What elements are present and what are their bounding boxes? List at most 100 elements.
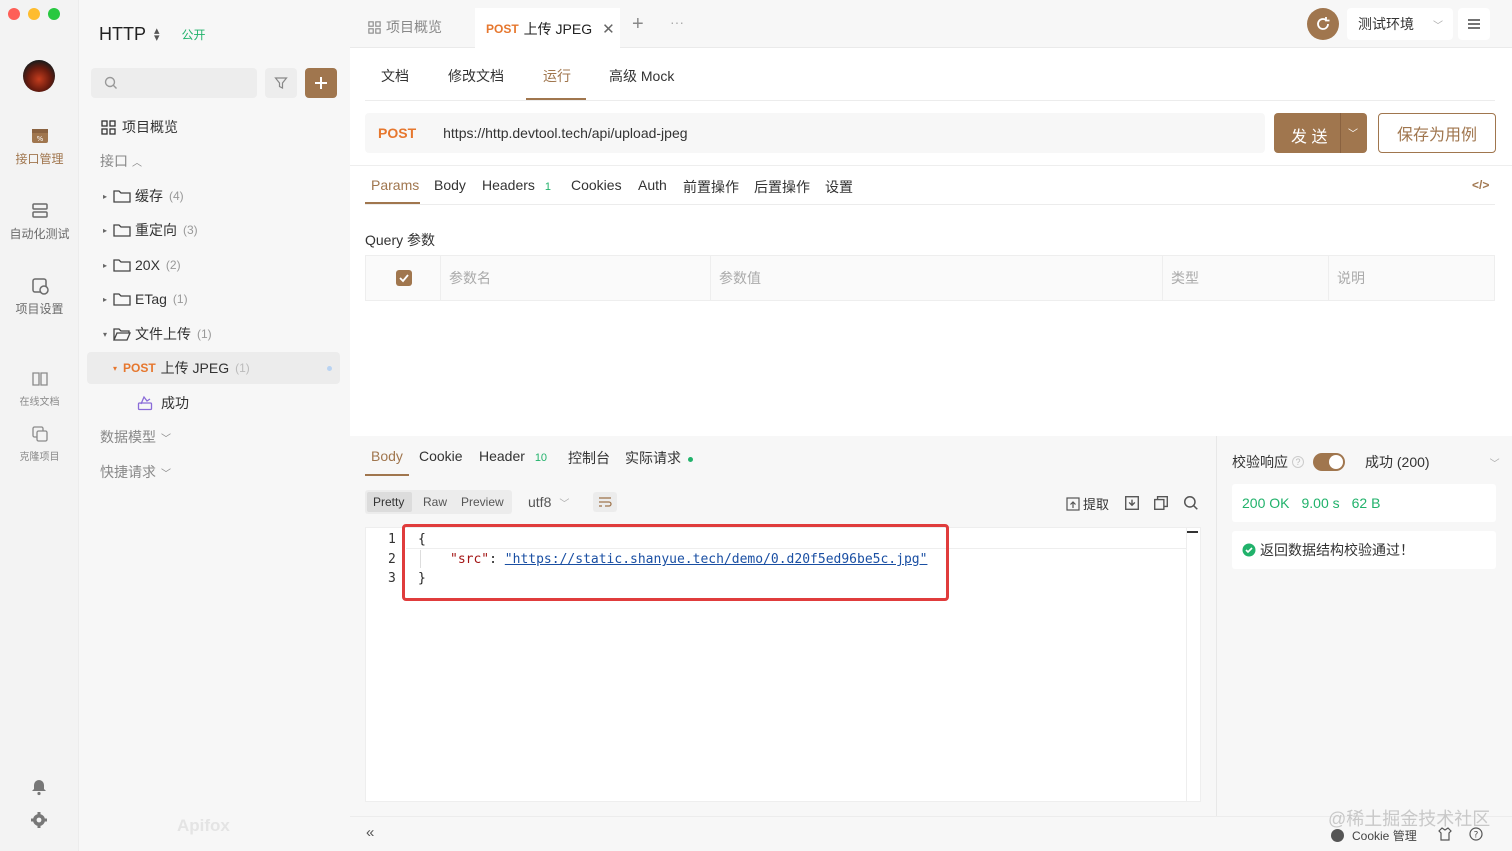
chevron-up-icon: ︿ [132, 157, 142, 169]
tab-body[interactable]: Body [434, 177, 466, 193]
folder-icon [113, 293, 131, 306]
search-input[interactable] [91, 68, 257, 98]
select-all-checkbox[interactable] [396, 270, 412, 286]
code-generate-icon[interactable]: </> [1472, 178, 1489, 192]
validation-result-select[interactable]: 成功 (200) [1365, 452, 1430, 472]
settings-icon [30, 276, 50, 296]
send-button[interactable]: 发 送 [1291, 123, 1327, 147]
tree-endpoint-selected[interactable]: ▾ POST 上传 JPEG (1) [87, 352, 340, 384]
tree-folder[interactable]: ▸ 重定向 (3) [87, 214, 340, 246]
rail-item-project-settings[interactable]: 项目设置 [0, 276, 79, 317]
rail-item-label: 接口管理 [15, 152, 64, 166]
format-pretty[interactable]: Pretty [373, 495, 404, 509]
search-icon [104, 76, 117, 89]
wrap-lines-button[interactable] [593, 492, 617, 512]
collapse-panel-icon[interactable]: « [366, 824, 374, 841]
tab-overview[interactable]: 项目概览 [368, 17, 442, 37]
folder-count: (2) [165, 258, 181, 272]
tab-auth[interactable]: Auth [638, 177, 667, 193]
rail-item-api-management[interactable]: % 接口管理 [0, 126, 79, 167]
rail-item-online-docs[interactable]: 在线文档 [0, 369, 79, 408]
avatar[interactable] [23, 60, 55, 92]
tree-folder[interactable]: ▸ 20X (2) [87, 249, 340, 281]
divider [365, 204, 1495, 205]
send-options-chevron-icon[interactable]: ﹀ [1348, 125, 1358, 140]
status-code: 200 OK [1242, 495, 1290, 511]
tab-pre-operations[interactable]: 前置操作 [683, 177, 739, 197]
folder-icon [113, 190, 131, 203]
extract-button[interactable]: 提取 [1066, 494, 1109, 513]
validate-response-toggle-row: 校验响应 ? 成功 (200) ﹀ [1232, 452, 1500, 472]
encoding-select[interactable]: utf8 ﹀ [528, 494, 569, 510]
method-select[interactable]: POST [378, 125, 416, 141]
tab-settings[interactable]: 设置 [825, 177, 853, 197]
extract-label: 提取 [1083, 497, 1110, 512]
chevron-down-icon: ﹀ [559, 498, 570, 510]
tab-bar: 项目概览 POST 上传 JPEG ✕ + ··· 测试环境 ﹀ [350, 0, 1512, 49]
rail-item-clone-project[interactable]: 克隆项目 [0, 424, 79, 463]
copy-icon[interactable] [1153, 495, 1169, 511]
environment-select[interactable]: 测试环境 ﹀ [1347, 8, 1453, 40]
case-name: 成功 [161, 395, 189, 411]
zoom-window-button[interactable] [48, 8, 60, 20]
search-icon[interactable] [1183, 495, 1199, 511]
scrollbar-thumb[interactable] [1186, 531, 1198, 533]
tab-cookies[interactable]: Cookies [571, 177, 622, 193]
subtab-run[interactable]: 运行 [543, 66, 571, 86]
response-tab-console[interactable]: 控制台 [568, 448, 610, 468]
tab-label: 上传 JPEG [523, 20, 593, 37]
tab-active-endpoint[interactable]: POST 上传 JPEG ✕ [475, 8, 620, 49]
filter-button[interactable] [265, 68, 297, 98]
shirt-icon[interactable] [1438, 827, 1452, 841]
subtab-advanced-mock[interactable]: 高级 Mock [609, 66, 674, 86]
tree-folder-open[interactable]: ▾ 文件上传 (1) [87, 318, 340, 350]
endpoint-name: 上传 JPEG [160, 360, 230, 376]
subtab-docs[interactable]: 文档 [381, 66, 409, 86]
new-tab-plus-icon[interactable]: + [632, 13, 644, 36]
cookie-manager-button[interactable]: Cookie 管理 [1331, 827, 1417, 844]
close-icon[interactable]: ✕ [602, 20, 615, 38]
download-icon[interactable] [1124, 495, 1140, 511]
validate-toggle[interactable] [1313, 453, 1345, 471]
section-models-header[interactable]: 数据模型 ﹀ [87, 421, 340, 453]
chevron-down-icon[interactable]: ﹀ [1490, 455, 1500, 470]
check-circle-icon [1242, 543, 1256, 557]
menu-button[interactable] [1458, 8, 1490, 40]
gear-icon[interactable] [30, 811, 48, 829]
sync-button[interactable] [1307, 8, 1339, 40]
close-window-button[interactable] [8, 8, 20, 20]
minimize-window-button[interactable] [28, 8, 40, 20]
rail-item-automation[interactable]: 自动化测试 [0, 201, 79, 242]
response-tab-body[interactable]: Body [371, 448, 403, 464]
tab-headers[interactable]: Headers 1 [482, 177, 551, 193]
notification-bell-icon[interactable] [30, 778, 48, 796]
response-tab-header[interactable]: Header 10 [479, 448, 547, 464]
help-icon[interactable]: ? [1292, 456, 1304, 468]
sidebar-item-overview[interactable]: 项目概览 [87, 111, 340, 143]
format-raw[interactable]: Raw [423, 495, 447, 509]
validation-message-text: 返回数据结构校验通过！ [1260, 542, 1414, 558]
section-api-header[interactable]: 接口 ︿ [87, 145, 340, 177]
format-preview[interactable]: Preview [461, 495, 504, 509]
subtab-edit-docs[interactable]: 修改文档 [448, 66, 504, 86]
more-icon[interactable]: ··· [670, 14, 684, 30]
folder-icon [113, 259, 131, 272]
folder-name: 20X [135, 257, 160, 273]
tree-folder[interactable]: ▸ ETag (1) [87, 283, 340, 315]
brand-text: Apifox [177, 816, 230, 835]
section-quick-header[interactable]: 快捷请求 ﹀ [87, 456, 340, 488]
help-circle-icon[interactable]: ? [1469, 827, 1483, 841]
response-tab-cookie[interactable]: Cookie [419, 448, 463, 464]
project-switcher[interactable]: HTTP ▴ ▾ 公开 [99, 24, 206, 45]
tab-label: Header [479, 448, 525, 464]
tree-folder[interactable]: ▸ 缓存 (4) [87, 180, 340, 212]
save-as-case-button[interactable]: 保存为用例 [1378, 113, 1496, 153]
response-tab-actual-request[interactable]: 实际请求 [625, 448, 693, 468]
tree-case[interactable]: 成功 [87, 387, 340, 419]
response-size: 62 B [1351, 495, 1381, 511]
tab-params[interactable]: Params [371, 177, 419, 193]
tab-post-operations[interactable]: 后置操作 [754, 177, 810, 197]
url-input[interactable]: https://http.devtool.tech/api/upload-jpe… [443, 125, 687, 141]
add-button[interactable] [305, 68, 337, 98]
automation-icon [30, 201, 50, 221]
